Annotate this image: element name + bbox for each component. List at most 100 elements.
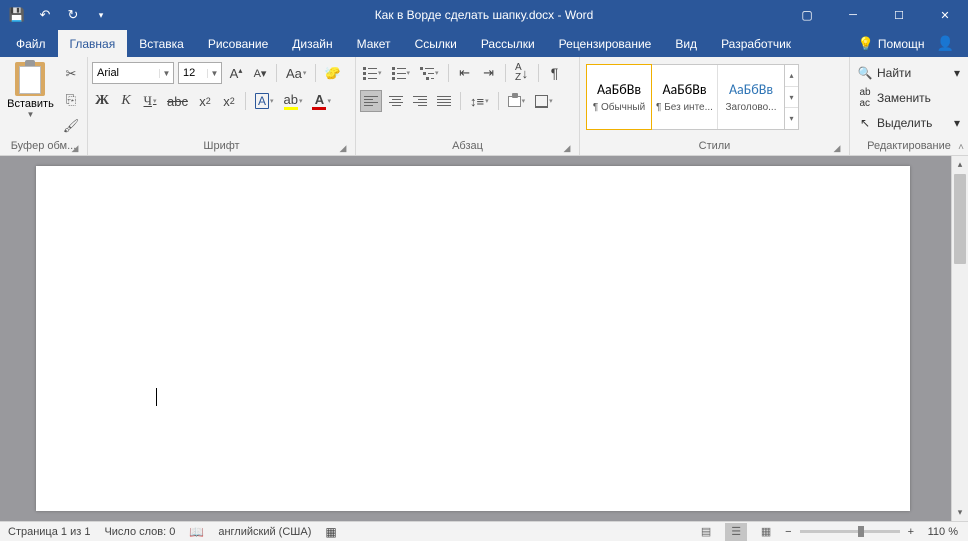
multilevel-list-button[interactable]: ▾ xyxy=(417,62,442,84)
sign-in-icon[interactable]: 👤 xyxy=(931,35,960,52)
minimize-button[interactable]: ─ xyxy=(830,0,876,30)
tab-review[interactable]: Рецензирование xyxy=(547,30,664,57)
show-marks-button[interactable]: ¶ xyxy=(545,62,565,84)
clipboard-dialog-launcher-icon[interactable]: ◢ xyxy=(69,142,81,154)
select-button[interactable]: ↖Выделить▾ xyxy=(854,112,964,134)
highlight-button[interactable]: ab▾ xyxy=(281,90,306,112)
justify-button[interactable] xyxy=(434,90,454,112)
paste-button[interactable]: Вставить ▼ xyxy=(5,60,56,121)
zoom-out-button[interactable]: − xyxy=(785,526,791,538)
maximize-button[interactable]: ☐ xyxy=(876,0,922,30)
italic-button[interactable]: К xyxy=(116,90,136,112)
text-cursor xyxy=(156,388,157,406)
change-case-button[interactable]: Aa▾ xyxy=(283,62,309,84)
zoom-slider[interactable] xyxy=(800,530,900,533)
font-size-value: 12 xyxy=(179,67,207,79)
spelling-status-icon[interactable]: 📖 xyxy=(189,525,204,539)
web-layout-icon[interactable]: ▦ xyxy=(755,523,777,541)
font-dialog-launcher-icon[interactable]: ◢ xyxy=(337,142,349,154)
close-button[interactable]: ✕ xyxy=(922,0,968,30)
save-icon[interactable]: 💾 xyxy=(8,6,26,24)
format-painter-icon[interactable]: 🖌 xyxy=(61,116,81,136)
align-left-button[interactable] xyxy=(360,90,382,112)
sort-button[interactable]: AZ↓ xyxy=(512,62,532,84)
tab-home[interactable]: Главная xyxy=(58,30,128,57)
scroll-thumb[interactable] xyxy=(954,174,966,264)
undo-icon[interactable]: ↶ xyxy=(36,6,54,24)
document-viewport[interactable] xyxy=(0,156,951,521)
scroll-up-icon[interactable]: ▴ xyxy=(952,156,968,173)
font-size-combo[interactable]: 12 ▼ xyxy=(178,62,222,84)
subscript-button[interactable]: x2 xyxy=(195,90,215,112)
font-name-combo[interactable]: Arial ▼ xyxy=(92,62,174,84)
zoom-thumb[interactable] xyxy=(858,526,864,537)
zoom-level[interactable]: 110 % xyxy=(922,526,958,538)
style-preview: АаБбВв xyxy=(597,81,641,98)
gallery-more-icon[interactable]: ▾ xyxy=(785,108,798,129)
decrease-indent-button[interactable]: ⇤ xyxy=(455,62,475,84)
cut-icon[interactable]: ✂ xyxy=(61,64,81,84)
title-bar: 💾 ↶ ↻ ▾ Как в Ворде сделать шапку.docx -… xyxy=(0,0,968,30)
style-heading1[interactable]: АаБбВв Заголово... xyxy=(718,65,784,129)
gallery-down-icon[interactable]: ▾ xyxy=(785,87,798,109)
chevron-down-icon[interactable]: ▼ xyxy=(159,69,173,78)
print-layout-icon[interactable]: ☰ xyxy=(725,523,747,541)
line-spacing-button[interactable]: ↕≡▾ xyxy=(467,90,492,112)
style-preview: АаБбВв xyxy=(729,81,773,98)
paragraph-dialog-launcher-icon[interactable]: ◢ xyxy=(561,142,573,154)
group-font: Arial ▼ 12 ▼ A▴ A▾ Aa▾ 🧽 Ж К Ч▾ abc x2 xyxy=(88,57,356,155)
zoom-in-button[interactable]: + xyxy=(908,526,914,538)
macro-record-icon[interactable]: ▦ xyxy=(325,525,336,539)
tab-insert[interactable]: Вставка xyxy=(127,30,196,57)
align-right-button[interactable] xyxy=(410,90,430,112)
strikethrough-button[interactable]: abc xyxy=(164,90,191,112)
tab-developer[interactable]: Разработчик xyxy=(709,30,803,57)
tell-me-label: Помощн xyxy=(878,37,925,51)
find-button[interactable]: 🔍Найти▾ xyxy=(854,62,964,84)
superscript-button[interactable]: x2 xyxy=(219,90,239,112)
style-no-spacing[interactable]: АаБбВв ¶ Без инте... xyxy=(652,65,718,129)
scroll-down-icon[interactable]: ▾ xyxy=(952,504,968,521)
read-mode-icon[interactable]: ▤ xyxy=(695,523,717,541)
tab-file[interactable]: Файл xyxy=(4,30,58,57)
document-page[interactable] xyxy=(36,166,910,511)
document-area: ▴ ▾ xyxy=(0,156,968,521)
page-number-status[interactable]: Страница 1 из 1 xyxy=(8,526,90,538)
shrink-font-button[interactable]: A▾ xyxy=(250,62,270,84)
font-color-button[interactable]: A▾ xyxy=(309,90,334,112)
increase-indent-button[interactable]: ⇥ xyxy=(479,62,499,84)
window-controls: ▢ ─ ☐ ✕ xyxy=(784,0,968,30)
text-effects-button[interactable]: A▾ xyxy=(252,90,277,112)
ribbon-display-options-icon[interactable]: ▢ xyxy=(784,0,830,30)
qat-customize-icon[interactable]: ▾ xyxy=(92,6,110,24)
numbering-button[interactable]: ▾ xyxy=(389,62,414,84)
copy-icon[interactable]: ⎘ xyxy=(61,90,81,110)
replace-button[interactable]: abacЗаменить xyxy=(854,87,964,109)
shading-button[interactable]: ▾ xyxy=(505,90,529,112)
styles-dialog-launcher-icon[interactable]: ◢ xyxy=(831,142,843,154)
style-name: ¶ Обычный xyxy=(593,102,645,113)
redo-icon[interactable]: ↻ xyxy=(64,6,82,24)
gallery-up-icon[interactable]: ▴ xyxy=(785,65,798,87)
vertical-scrollbar[interactable]: ▴ ▾ xyxy=(951,156,968,521)
bold-button[interactable]: Ж xyxy=(92,90,112,112)
paste-dropdown-icon[interactable]: ▼ xyxy=(27,110,35,119)
tell-me-search[interactable]: 💡 Помощн xyxy=(858,36,925,52)
bullets-button[interactable]: ▾ xyxy=(360,62,385,84)
tab-references[interactable]: Ссылки xyxy=(403,30,469,57)
language-status[interactable]: английский (США) xyxy=(218,526,311,538)
style-normal[interactable]: АаБбВв ¶ Обычный xyxy=(586,64,652,130)
grow-font-button[interactable]: A▴ xyxy=(226,62,246,84)
underline-button[interactable]: Ч▾ xyxy=(140,90,160,112)
tab-mailings[interactable]: Рассылки xyxy=(469,30,547,57)
clear-formatting-button[interactable]: 🧽 xyxy=(322,62,344,84)
tab-view[interactable]: Вид xyxy=(663,30,709,57)
chevron-down-icon[interactable]: ▼ xyxy=(207,69,221,78)
align-center-button[interactable] xyxy=(386,90,406,112)
tab-design[interactable]: Дизайн xyxy=(280,30,344,57)
collapse-ribbon-icon[interactable]: ˄ xyxy=(958,142,964,153)
borders-button[interactable]: ▾ xyxy=(532,90,556,112)
tab-draw[interactable]: Рисование xyxy=(196,30,280,57)
word-count-status[interactable]: Число слов: 0 xyxy=(104,526,175,538)
tab-layout[interactable]: Макет xyxy=(345,30,403,57)
